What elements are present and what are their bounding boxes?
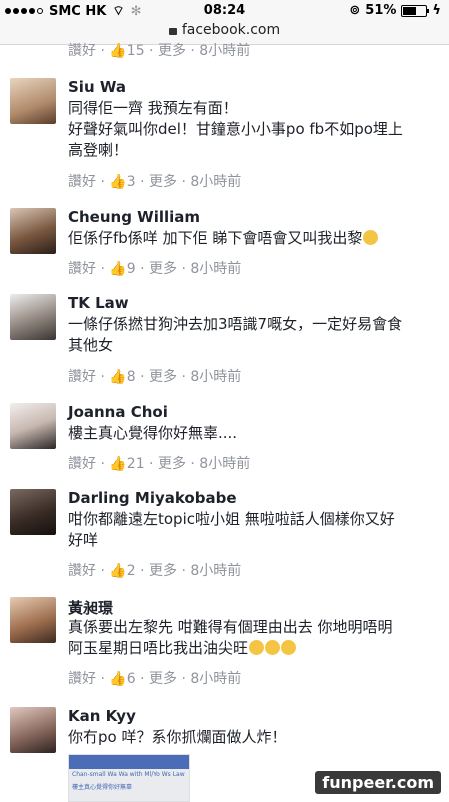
comment-text: 佢係仔fb係咩 加下佢 睇下會唔會又叫我出黎 xyxy=(68,228,440,249)
avatar[interactable] xyxy=(10,78,56,124)
battery-icon xyxy=(401,4,430,17)
comment-author[interactable]: TK Law xyxy=(68,294,129,312)
comment-actions[interactable]: 讚好 · 👍6 · 更多 · 8小時前 xyxy=(68,668,241,688)
comment-author[interactable]: Darling Miyakobabe xyxy=(68,489,237,507)
comment-author[interactable]: Joanna Choi xyxy=(68,403,168,421)
comment-author[interactable]: Cheung William xyxy=(68,208,200,226)
comment-author[interactable]: Siu Wa xyxy=(68,78,126,96)
charging-icon: ϟ xyxy=(432,3,441,18)
lock-icon xyxy=(168,28,177,35)
avatar[interactable] xyxy=(10,294,56,340)
status-bar: SMC HK ⌔ ✻ 08:24 ⊚ 51% ϟ xyxy=(0,0,449,22)
thumb-line: 樓主真心覺得你好無辜 xyxy=(72,784,133,791)
comment-actions[interactable]: 讚好 · 👍3 · 更多 · 8小時前 xyxy=(68,171,241,191)
thumb-header xyxy=(69,755,189,769)
comment-author[interactable]: 黃昶璟 xyxy=(68,597,113,618)
comment-actions[interactable]: 讚好 · 👍9 · 更多 · 8小時前 xyxy=(68,258,241,278)
comment-text: 同得佢一齊 我預左有面！ 好聲好氣叫你del！甘鐘意小小事po fb不如po埋上… xyxy=(68,99,403,159)
url-host: facebook.com xyxy=(181,22,281,38)
watermark: funpeer.com xyxy=(315,771,441,794)
avatar[interactable] xyxy=(10,489,56,535)
comment-text: 真係要出左黎先 咁難得有個理由出去 你地明唔明 阿玉星期日唔比我出油尖旺 xyxy=(68,618,393,657)
avatar[interactable] xyxy=(10,403,56,449)
avatar[interactable] xyxy=(10,707,56,753)
comment-actions[interactable]: 讚好 · 👍8 · 更多 · 8小時前 xyxy=(68,366,241,386)
comment-actions-partial[interactable]: 讚好 · 👍15 · 更多 · 8小時前 xyxy=(68,40,250,60)
rotation-lock-icon: ⊚ xyxy=(349,3,361,18)
comment-text: 一條仔係撚甘狗沖去加3唔識7嘅女，一定好易會食 其他女 xyxy=(68,315,403,354)
avatar[interactable] xyxy=(10,208,56,254)
comment-text: 你冇po 咩？系你抓爛面做人炸！ xyxy=(68,728,287,746)
avatar[interactable] xyxy=(10,597,56,643)
attached-image[interactable]: Chan-small Wa Wa with Ml/Yo Ws Law 樓主真心覺… xyxy=(68,754,190,802)
crying-emoji-icon xyxy=(249,640,265,655)
crying-emoji-icon xyxy=(265,640,281,655)
laughing-emoji-icon xyxy=(363,230,379,245)
comment-actions[interactable]: 讚好 · 👍2 · 更多 · 8小時前 xyxy=(68,560,241,580)
battery-percent: 51% xyxy=(365,3,397,18)
comment-author[interactable]: Kan Kyy xyxy=(68,707,136,725)
comment-actions[interactable]: 讚好 · 👍21 · 更多 · 8小時前 xyxy=(68,453,250,473)
thumb-line: Chan-small Wa Wa with Ml/Yo Ws Law xyxy=(72,771,185,778)
crying-emoji-icon xyxy=(281,640,297,655)
comment-text: 咁你都離遠左topic啦小姐 無啦啦話人個樣你又好 好咩 xyxy=(68,510,395,549)
comment-text: 樓主真心覺得你好無辜.... xyxy=(68,424,238,442)
